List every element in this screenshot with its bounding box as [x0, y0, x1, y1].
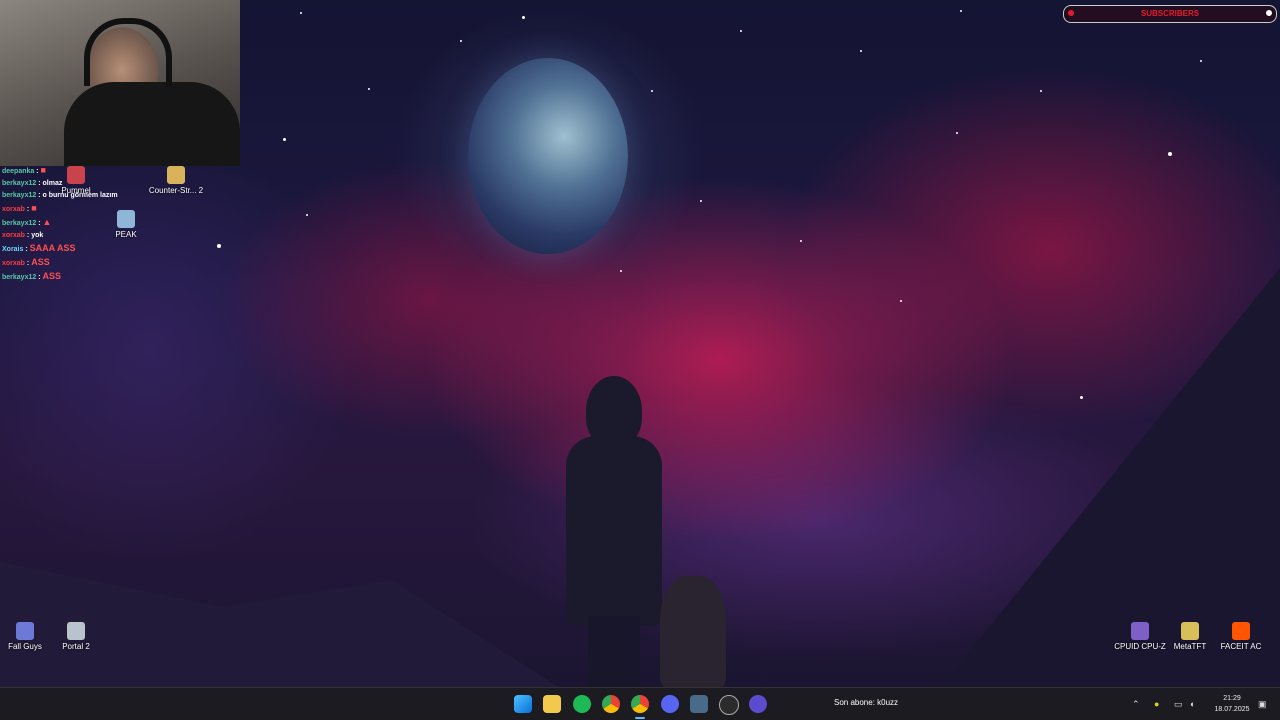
- desktop-icon-portal-2[interactable]: Portal 2: [46, 622, 106, 651]
- peak-icon: [117, 210, 135, 228]
- faceit-icon: [1232, 622, 1250, 640]
- file-explorer-icon[interactable]: [543, 695, 561, 713]
- emote-icon: ■: [31, 203, 37, 213]
- clock[interactable]: 21:29 18.07.2025: [1208, 693, 1256, 715]
- active-indicator: [635, 717, 645, 719]
- dog-silhouette: [660, 576, 726, 688]
- portal-icon: [67, 622, 85, 640]
- network-icon[interactable]: ▭: [1174, 699, 1183, 710]
- chat-line: xorxab : ASS: [2, 257, 50, 267]
- taskbar: Son abone: k0uzz ⌃ ● ▭ ◐ 21:29 18.07.202…: [0, 687, 1280, 720]
- counter-strike-icon: [167, 166, 185, 184]
- metatft-icon: [1181, 622, 1199, 640]
- desktop-icon-pummel[interactable]: Pummel: [46, 166, 106, 195]
- chrome-icon[interactable]: [602, 695, 620, 713]
- fall-guys-icon: [16, 622, 34, 640]
- planet: [468, 58, 628, 254]
- chevron-up-icon[interactable]: ⌃: [1132, 699, 1140, 710]
- hooded-figure: [566, 376, 666, 688]
- notification-icon[interactable]: ▣: [1258, 699, 1267, 710]
- app-icon[interactable]: [749, 695, 767, 713]
- microphone-icon[interactable]: ●: [1154, 699, 1159, 709]
- webcam-feed: [0, 0, 240, 166]
- emote-icon: ▲: [42, 217, 52, 227]
- bar-cap-right: [1266, 10, 1272, 16]
- volume-icon[interactable]: ◐: [1190, 699, 1195, 709]
- last-subscriber-text: Son abone: k0uzz: [834, 698, 899, 707]
- chat-line: berkayx12 : ASS: [2, 271, 62, 281]
- windows-start-icon[interactable]: [514, 695, 532, 713]
- desktop-icon-peak[interactable]: PEAK: [96, 210, 156, 239]
- spotify-icon[interactable]: [573, 695, 591, 713]
- cpuz-icon: [1131, 622, 1149, 640]
- obs-icon[interactable]: [719, 695, 739, 715]
- discord-icon[interactable]: [661, 695, 679, 713]
- bar-cap-left: [1068, 10, 1074, 16]
- chat-line: Xorais : SAAA ASS: [2, 243, 76, 253]
- desktop-icon-counter-strike[interactable]: Counter-Str... 2: [146, 166, 206, 195]
- desktop-icon-faceit[interactable]: FACEIT AC: [1211, 622, 1271, 651]
- game-launcher-icon[interactable]: [690, 695, 708, 713]
- pummel-icon: [67, 166, 85, 184]
- chrome-icon[interactable]: [631, 695, 649, 713]
- headset-icon: [84, 18, 172, 86]
- subscribers-bar: SUBSCRIBERS: [1063, 5, 1277, 23]
- mountain-left: [0, 562, 560, 688]
